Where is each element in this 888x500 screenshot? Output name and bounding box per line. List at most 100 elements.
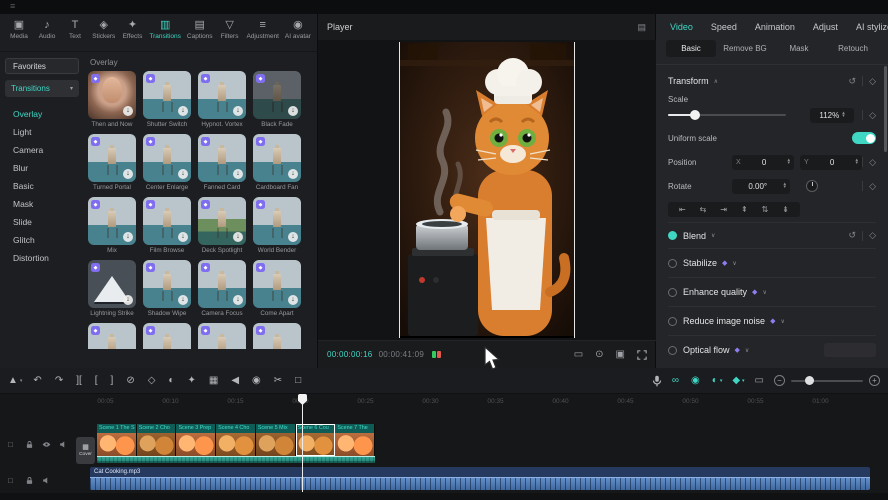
ratio-icon[interactable]: ▭: [574, 350, 583, 360]
download-icon[interactable]: ↓: [288, 106, 298, 116]
transition-thumbnail[interactable]: ◆: [198, 323, 246, 349]
audio-clip[interactable]: Cat Cooking.mp3: [90, 467, 870, 490]
panel-scrollbar[interactable]: [884, 66, 887, 152]
transition-thumbnail[interactable]: ◆ ↓: [88, 134, 136, 182]
video-clip[interactable]: Scene 4 Cho: [216, 424, 256, 456]
transition-thumbnail[interactable]: ◆: [143, 323, 191, 349]
inspector-subtab[interactable]: Mask: [774, 40, 824, 57]
align-bottom-icon[interactable]: ⇟: [782, 205, 789, 214]
trim-right-icon[interactable]: ]: [111, 375, 116, 387]
zoom-in-icon[interactable]: +: [869, 375, 880, 386]
download-icon[interactable]: ↓: [288, 232, 298, 242]
sidebar-category[interactable]: Overlay: [5, 105, 83, 123]
step-down-icon[interactable]: ▾: [855, 162, 858, 166]
mute-track-icon[interactable]: [59, 440, 68, 449]
sidebar-category[interactable]: Mask: [5, 195, 83, 213]
scale-slider[interactable]: [668, 114, 786, 116]
transition-thumbnail[interactable]: ◆ ↓: [143, 260, 191, 308]
favorites-button[interactable]: Favorites: [5, 58, 79, 74]
select-tool-icon[interactable]: ▲ ▾: [8, 375, 22, 387]
zoom-out-icon[interactable]: −: [774, 375, 785, 386]
link-clips-icon[interactable]: ∞: [672, 375, 681, 386]
main-track-icon[interactable]: ◉: [691, 375, 702, 386]
ribbon-tab[interactable]: ✦ Effects: [119, 17, 145, 42]
section-checkbox[interactable]: [668, 259, 677, 268]
mirror-icon[interactable]: ◐: [168, 375, 176, 387]
chevron-down-icon[interactable]: ∨: [711, 232, 715, 239]
position-y-field[interactable]: Y 0 ▴▾: [800, 155, 862, 170]
scale-value-box[interactable]: 112% ▴▾: [810, 108, 854, 123]
transition-thumbnail[interactable]: ◆ ↓: [143, 134, 191, 182]
trim-left-icon[interactable]: [: [95, 375, 100, 387]
timeline-ruler[interactable]: 00:0500:1000:1500:2000:2500:3000:3500:40…: [73, 394, 888, 410]
transition-item[interactable]: ◆ ↓ Black Fade: [253, 71, 301, 128]
step-down-icon[interactable]: ▾: [787, 162, 790, 166]
transition-thumbnail[interactable]: ◆: [253, 323, 301, 349]
quality-icon[interactable]: ▣: [616, 350, 625, 360]
reset-icon[interactable]: ↺: [849, 230, 857, 241]
inspector-tab[interactable]: Speed: [711, 22, 737, 32]
transition-item[interactable]: ◆ ↓ Fanned Card: [198, 134, 246, 191]
transition-thumbnail[interactable]: ◆ ↓: [143, 71, 191, 119]
track-options-icon[interactable]: □: [8, 476, 17, 485]
effect-section-row[interactable]: Reduce image noise ◆ ∨: [668, 306, 876, 335]
download-icon[interactable]: ↓: [178, 106, 188, 116]
transition-thumbnail[interactable]: ◆ ↓: [88, 260, 136, 308]
align-left-icon[interactable]: ⇤: [679, 205, 686, 214]
ribbon-tab[interactable]: ▣ Media: [6, 17, 32, 42]
ribbon-tab[interactable]: ≡ Adjustment: [245, 17, 281, 42]
transition-thumbnail[interactable]: ◆ ↓: [88, 197, 136, 245]
transition-thumbnail[interactable]: ◆ ↓: [198, 134, 246, 182]
transition-thumbnail[interactable]: ◆ ↓: [88, 71, 136, 119]
microphone-icon[interactable]: [652, 375, 662, 387]
transitions-group-button[interactable]: Transitions ▾: [5, 80, 79, 97]
transition-item[interactable]: ◆ ↓ Center Enlarge: [143, 134, 191, 191]
transition-item[interactable]: ◆ ↓ Hypnot. Vortex: [198, 71, 246, 128]
video-clip[interactable]: Scene 1 The S: [97, 424, 137, 456]
inspector-tab[interactable]: Animation: [755, 22, 795, 32]
chevron-down-icon[interactable]: ∨: [762, 289, 766, 296]
reset-icon[interactable]: ↺: [849, 76, 857, 87]
rotate-field[interactable]: 0.00° ▴▾: [732, 179, 790, 194]
timeline-zoom-slider[interactable]: [791, 380, 863, 382]
step-down-icon[interactable]: ▾: [783, 186, 786, 190]
step-down-icon[interactable]: ▾: [842, 115, 845, 119]
download-icon[interactable]: ↓: [233, 232, 243, 242]
section-checkbox[interactable]: [668, 317, 677, 326]
transition-thumbnail[interactable]: ◆ ↓: [198, 260, 246, 308]
align-right-icon[interactable]: ⇥: [720, 205, 727, 214]
transition-item[interactable]: ◆ ↓ Shutter Switch: [143, 71, 191, 128]
video-clip[interactable]: Scene 3 Prep: [176, 424, 216, 456]
download-icon[interactable]: ↓: [123, 295, 133, 305]
snapshot-icon[interactable]: ⊙: [595, 350, 603, 360]
download-icon[interactable]: ↓: [233, 169, 243, 179]
chevron-up-icon[interactable]: ∧: [714, 78, 718, 85]
align-top-icon[interactable]: ⇞: [741, 205, 748, 214]
linked-audio-waveform[interactable]: [97, 456, 375, 463]
video-clip[interactable]: Scene 5 Mix: [256, 424, 296, 456]
keyframe-icon[interactable]: ◇: [869, 181, 876, 192]
sidebar-category[interactable]: Distortion: [5, 249, 83, 267]
transition-thumbnail[interactable]: ◆ ↓: [253, 197, 301, 245]
beauty-tool-icon[interactable]: ✂: [274, 375, 284, 387]
transition-thumbnail[interactable]: ◆ ↓: [253, 71, 301, 119]
effect-section-row[interactable]: Optical flow ◆ ∨: [668, 335, 876, 364]
undo-icon[interactable]: ↶: [33, 375, 43, 387]
transition-thumbnail[interactable]: ◆ ↓: [253, 260, 301, 308]
sidebar-category[interactable]: Blur: [5, 159, 83, 177]
download-icon[interactable]: ↓: [288, 295, 298, 305]
timeline-scrollbar-area[interactable]: [0, 493, 888, 500]
transition-thumbnail[interactable]: ◆ ↓: [198, 71, 246, 119]
ribbon-tab[interactable]: ▤ Captions: [185, 17, 215, 42]
player-options-icon[interactable]: ▤: [637, 22, 646, 33]
effect-section-row[interactable]: Stabilize ◆ ∨: [668, 248, 876, 277]
transition-item[interactable]: ◆ ↓ Turned Portal: [88, 134, 136, 191]
keyframe-icon[interactable]: ◇: [869, 76, 876, 87]
align-center-h-icon[interactable]: ⇆: [700, 205, 707, 214]
transition-item[interactable]: ◆ ↓ Cardboard Fan: [253, 134, 301, 191]
align-center-v-icon[interactable]: ⇅: [762, 205, 769, 214]
transition-item[interactable]: ◆ ↓ World Bender: [253, 197, 301, 254]
blend-checkbox[interactable]: [668, 231, 677, 240]
mask-tool-icon[interactable]: ▦: [209, 375, 220, 387]
fullscreen-icon[interactable]: [637, 350, 647, 360]
